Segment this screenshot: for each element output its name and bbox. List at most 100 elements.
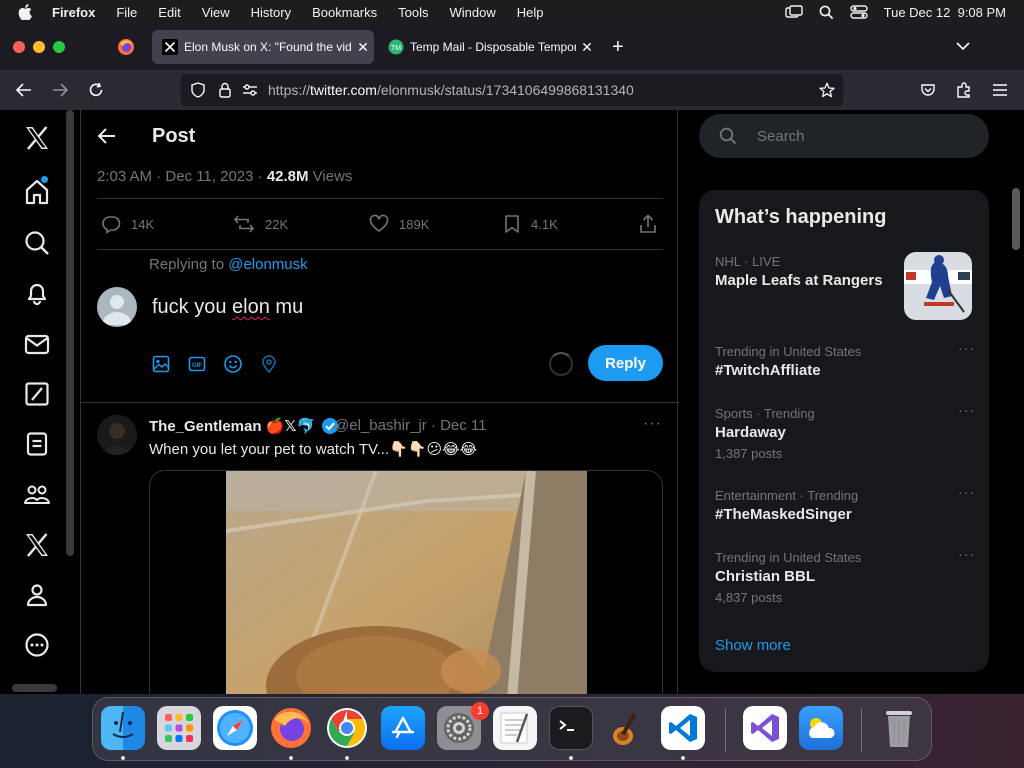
repost-icon bbox=[233, 215, 255, 233]
emoji-icon[interactable] bbox=[223, 354, 243, 374]
zoom-window-button[interactable] bbox=[53, 41, 65, 53]
trend-more-icon[interactable]: ··· bbox=[958, 546, 975, 562]
reply-action[interactable]: 14K bbox=[101, 214, 154, 234]
vscode-icon[interactable] bbox=[661, 706, 705, 750]
screen-mirror-icon[interactable] bbox=[784, 5, 803, 19]
x-logo-icon[interactable] bbox=[23, 124, 51, 152]
close-window-button[interactable] bbox=[13, 41, 25, 53]
visual-studio-icon[interactable] bbox=[743, 706, 787, 750]
premium-x-icon[interactable] bbox=[23, 531, 51, 559]
menu-bookmarks[interactable]: Bookmarks bbox=[312, 5, 377, 20]
trash-icon[interactable] bbox=[877, 706, 921, 750]
extensions-icon[interactable] bbox=[954, 80, 974, 100]
like-action[interactable]: 189K bbox=[369, 214, 429, 234]
back-arrow-icon[interactable] bbox=[97, 126, 117, 146]
composer-text-after: mu bbox=[269, 296, 304, 318]
firefox-icon[interactable] bbox=[269, 706, 313, 750]
display-name: The_Gentleman 🍎𝕏🐬 bbox=[149, 418, 316, 435]
close-tab-icon[interactable]: ✕ bbox=[352, 39, 374, 56]
tab-temp-mail[interactable]: TM Temp Mail - Disposable Tempor ✕ bbox=[378, 30, 598, 64]
menu-file[interactable]: File bbox=[116, 5, 137, 20]
url-text[interactable]: https://twitter.com/elonmusk/status/1734… bbox=[268, 82, 634, 98]
trend-thumbnail[interactable] bbox=[904, 252, 972, 320]
tab-elon-musk-post[interactable]: Elon Musk on X: "Found the vide ✕ bbox=[152, 30, 374, 64]
search-input[interactable]: Search bbox=[699, 114, 989, 158]
trend-item[interactable]: Trending in United States #TwitchAffliat… bbox=[715, 340, 975, 379]
safari-icon[interactable] bbox=[213, 706, 257, 750]
svg-text:GIF: GIF bbox=[192, 363, 202, 369]
tweet-media[interactable] bbox=[149, 470, 663, 694]
left-nav-scrollbar[interactable] bbox=[66, 110, 74, 556]
location-icon[interactable] bbox=[259, 354, 279, 374]
chrome-icon[interactable] bbox=[325, 706, 369, 750]
horizontal-scrollbar[interactable] bbox=[12, 684, 57, 692]
menu-help[interactable]: Help bbox=[517, 5, 544, 20]
textedit-icon[interactable] bbox=[493, 706, 537, 750]
dock-separator bbox=[725, 708, 726, 752]
page-scrollbar[interactable] bbox=[1012, 188, 1020, 250]
trend-item[interactable]: Sports · Trending Hardaway 1,387 posts ·… bbox=[715, 402, 975, 461]
pocket-icon[interactable] bbox=[918, 80, 938, 100]
explore-icon[interactable] bbox=[23, 229, 51, 257]
back-icon[interactable] bbox=[14, 80, 34, 100]
home-icon[interactable] bbox=[23, 178, 51, 206]
close-tab-icon[interactable]: ✕ bbox=[576, 39, 598, 56]
communities-icon[interactable] bbox=[23, 481, 51, 509]
avatar[interactable] bbox=[97, 287, 137, 327]
tweet-more-icon[interactable]: ··· bbox=[643, 415, 662, 433]
reload-icon[interactable] bbox=[86, 80, 106, 100]
lists-icon[interactable] bbox=[23, 430, 51, 458]
menu-tools[interactable]: Tools bbox=[398, 5, 428, 20]
reply-author-handle-date[interactable]: @el_bashir_jr · Dec 11 bbox=[334, 417, 487, 434]
gif-icon[interactable]: GIF bbox=[187, 354, 207, 374]
more-options-icon[interactable] bbox=[23, 631, 51, 659]
trend-item[interactable]: Entertainment · Trending #TheMaskedSinge… bbox=[715, 484, 975, 523]
firefox-view-icon[interactable] bbox=[117, 38, 135, 56]
media-icon[interactable] bbox=[151, 354, 171, 374]
trend-more-icon[interactable]: ··· bbox=[958, 402, 975, 418]
messages-icon[interactable] bbox=[23, 330, 51, 358]
bookmark-action[interactable]: 4.1K bbox=[503, 214, 558, 234]
menubar-clock[interactable]: Tue Dec 12 9:08 PM bbox=[884, 5, 1006, 20]
url-bar[interactable]: https://twitter.com/elonmusk/status/1734… bbox=[181, 74, 843, 106]
share-action[interactable] bbox=[639, 214, 667, 234]
minimize-window-button[interactable] bbox=[33, 41, 45, 53]
forward-icon[interactable] bbox=[50, 80, 70, 100]
control-center-icon[interactable] bbox=[849, 5, 868, 19]
reply-textarea[interactable]: fuck you elon mu bbox=[152, 296, 303, 319]
post-time[interactable]: 2:03 AM · Dec 11, 2023 · bbox=[97, 168, 267, 185]
notifications-icon[interactable] bbox=[23, 279, 51, 307]
reply-author-avatar[interactable] bbox=[97, 415, 137, 455]
launchpad-icon[interactable] bbox=[157, 706, 201, 750]
replying-handle-link[interactable]: @elonmusk bbox=[228, 256, 307, 273]
menu-view[interactable]: View bbox=[202, 5, 230, 20]
garageband-icon[interactable] bbox=[605, 706, 649, 750]
list-all-tabs-icon[interactable] bbox=[955, 40, 971, 52]
repost-action[interactable]: 22K bbox=[233, 214, 288, 234]
grok-icon[interactable] bbox=[23, 380, 51, 408]
trend-item[interactable]: Trending in United States Christian BBL … bbox=[715, 546, 975, 605]
menu-edit[interactable]: Edit bbox=[158, 5, 180, 20]
hamburger-menu-icon[interactable] bbox=[990, 80, 1010, 100]
trend-more-icon[interactable]: ··· bbox=[958, 484, 975, 500]
new-tab-button[interactable]: + bbox=[612, 36, 624, 59]
terminal-icon[interactable] bbox=[549, 706, 593, 750]
permissions-icon[interactable] bbox=[242, 83, 258, 97]
menu-window[interactable]: Window bbox=[450, 5, 496, 20]
spotlight-search-icon[interactable] bbox=[819, 5, 834, 20]
apple-menu-icon[interactable] bbox=[18, 4, 36, 20]
weather-icon[interactable] bbox=[799, 706, 843, 750]
bookmark-star-icon[interactable] bbox=[819, 82, 835, 98]
finder-icon[interactable] bbox=[101, 706, 145, 750]
lock-icon[interactable] bbox=[218, 82, 232, 98]
trend-more-icon[interactable]: ··· bbox=[958, 340, 975, 356]
reply-button[interactable]: Reply bbox=[588, 345, 663, 381]
reply-author-name[interactable]: The_Gentleman 🍎𝕏🐬 bbox=[149, 417, 339, 435]
video-thumbnail[interactable] bbox=[226, 471, 587, 694]
menu-app-name[interactable]: Firefox bbox=[52, 5, 95, 20]
menu-history[interactable]: History bbox=[251, 5, 291, 20]
app-store-icon[interactable] bbox=[381, 706, 425, 750]
tracking-protection-shield-icon[interactable] bbox=[190, 82, 206, 98]
profile-icon[interactable] bbox=[23, 581, 51, 609]
show-more-link[interactable]: Show more bbox=[715, 637, 791, 654]
